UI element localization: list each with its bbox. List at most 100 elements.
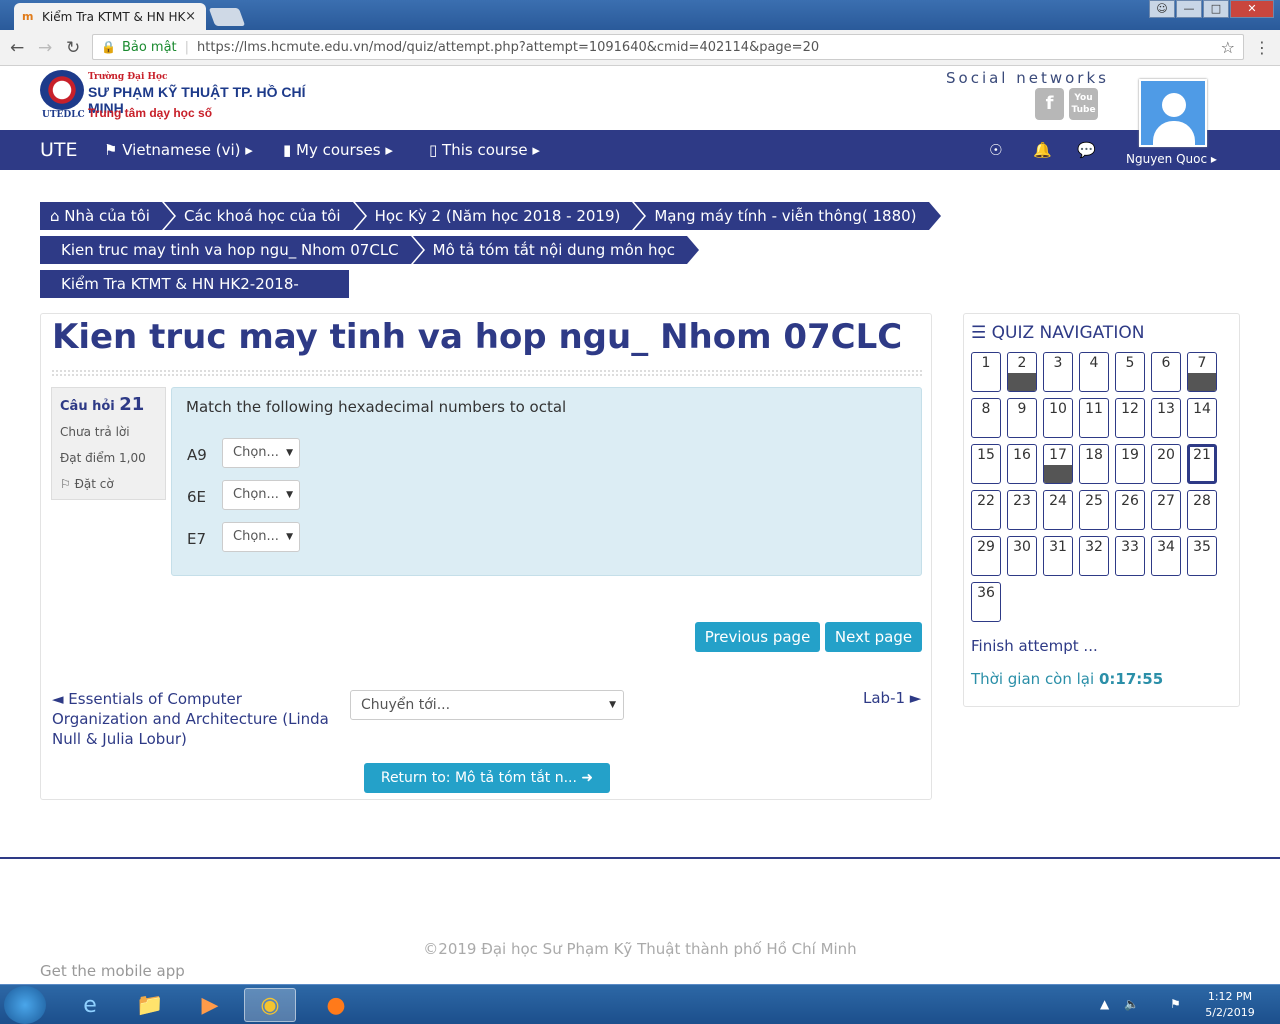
bell-icon[interactable]: 🔔: [1033, 141, 1052, 159]
time-remaining: Thời gian còn lại 0:17:55: [971, 670, 1163, 688]
quiz-nav-question-button[interactable]: 19: [1115, 444, 1145, 484]
file-explorer-icon[interactable]: 📁: [124, 988, 176, 1022]
previous-activity-link[interactable]: ◄ Essentials of Computer Organization an…: [52, 689, 342, 749]
quiz-nav-question-button[interactable]: 2: [1007, 352, 1037, 392]
menu-kebab-icon[interactable]: ⋮: [1254, 38, 1270, 57]
breadcrumb-course[interactable]: Kien truc may tinh va hop ngu_ Nhom 07CL…: [40, 236, 423, 264]
new-tab-button[interactable]: [208, 8, 246, 26]
user-icon[interactable]: ☺: [1149, 0, 1175, 18]
quiz-nav-question-button[interactable]: 32: [1079, 536, 1109, 576]
quiz-nav-question-button[interactable]: 18: [1079, 444, 1109, 484]
quiz-nav-question-button[interactable]: 11: [1079, 398, 1109, 438]
window-close-button[interactable]: ✕: [1230, 0, 1274, 18]
quiz-nav-question-button[interactable]: 5: [1115, 352, 1145, 392]
quiz-nav-question-button[interactable]: 9: [1007, 398, 1037, 438]
quiz-nav-question-button[interactable]: 15: [971, 444, 1001, 484]
quiz-nav-question-button[interactable]: 21: [1187, 444, 1217, 484]
quiz-nav-question-button[interactable]: 29: [971, 536, 1001, 576]
next-page-button[interactable]: Next page: [825, 622, 922, 652]
quiz-nav-question-button[interactable]: 16: [1007, 444, 1037, 484]
quiz-nav-question-button[interactable]: 23: [1007, 490, 1037, 530]
quiz-nav-question-button[interactable]: 28: [1187, 490, 1217, 530]
previous-page-button[interactable]: Previous page: [695, 622, 820, 652]
quiz-nav-question-button[interactable]: 27: [1151, 490, 1181, 530]
quiz-nav-question-number: 36: [977, 585, 995, 601]
chat-bubble-icon[interactable]: 💬: [1077, 141, 1096, 159]
show-hidden-icons[interactable]: ▲: [1100, 997, 1109, 1011]
quiz-nav-question-button[interactable]: 6: [1151, 352, 1181, 392]
breadcrumb-semester[interactable]: Học Kỳ 2 (Năm học 2018 - 2019): [354, 202, 645, 230]
bookmark-star-icon[interactable]: ☆: [1221, 38, 1235, 57]
quiz-nav-question-button[interactable]: 25: [1079, 490, 1109, 530]
return-to-button[interactable]: Return to: Mô tả tóm tắt n... ➜: [364, 763, 610, 793]
system-clock[interactable]: 1:12 PM 5/2/2019: [1200, 989, 1260, 1021]
language-menu[interactable]: ⚑ Vietnamese (vi) ▸: [104, 141, 253, 159]
user-menu[interactable]: Nguyen Quoc ▸: [1126, 152, 1217, 166]
mobile-app-link[interactable]: Get the mobile app: [40, 962, 185, 980]
quiz-nav-question-button[interactable]: 35: [1187, 536, 1217, 576]
match-row: 6E Chọn...: [187, 480, 300, 510]
facebook-icon[interactable]: f: [1035, 88, 1064, 120]
match-select[interactable]: Chọn...: [222, 438, 300, 468]
quiz-nav-question-button[interactable]: 1: [971, 352, 1001, 392]
avatar[interactable]: [1139, 79, 1207, 147]
reload-icon[interactable]: ↻: [66, 38, 80, 58]
quiz-nav-question-number: 31: [1049, 539, 1067, 555]
brand-link[interactable]: UTE: [40, 139, 78, 161]
youtube-icon[interactable]: You Tube: [1069, 88, 1098, 120]
my-courses-menu[interactable]: ▮ My courses ▸: [283, 141, 393, 159]
maximize-button[interactable]: □: [1203, 0, 1229, 18]
breadcrumb-my-courses[interactable]: Các khoá học của tôi: [163, 202, 365, 230]
this-course-menu[interactable]: ▯ This course ▸: [429, 141, 540, 159]
next-activity-link[interactable]: Lab-1 ►: [863, 689, 921, 707]
quiz-nav-question-button[interactable]: 14: [1187, 398, 1217, 438]
quiz-nav-question-button[interactable]: 8: [971, 398, 1001, 438]
jump-to-select[interactable]: Chuyển tới...: [350, 690, 624, 720]
url-bar[interactable]: 🔒 Bảo mật | https://lms.hcmute.edu.vn/mo…: [92, 34, 1244, 60]
firefox-icon[interactable]: ●: [310, 988, 362, 1022]
breadcrumb-quiz[interactable]: Kiểm Tra KTMT & HN HK2-2018-2019: [40, 270, 349, 321]
quiz-nav-question-button[interactable]: 17: [1043, 444, 1073, 484]
school-logo[interactable]: UTEDLC Trường Đại Học SƯ PHẠM KỸ THUẬT T…: [40, 70, 340, 126]
flag-question[interactable]: ⚐ Đặt cờ: [60, 477, 157, 491]
breadcrumb-section[interactable]: Mô tả tóm tắt nội dung môn học: [412, 236, 700, 264]
quiz-nav-question-button[interactable]: 4: [1079, 352, 1109, 392]
internet-explorer-icon[interactable]: e: [64, 988, 116, 1022]
volume-icon[interactable]: 🔈: [1124, 997, 1139, 1011]
main-content: Kien truc may tinh va hop ngu_ Nhom 07CL…: [40, 313, 932, 800]
match-select[interactable]: Chọn...: [222, 480, 300, 510]
finish-attempt-link[interactable]: Finish attempt ...: [971, 637, 1098, 655]
quiz-nav-question-number: 28: [1193, 493, 1211, 509]
forward-arrow-icon[interactable]: →: [38, 38, 52, 58]
action-center-flag-icon[interactable]: ⚑: [1170, 997, 1181, 1011]
quiz-nav-question-button[interactable]: 30: [1007, 536, 1037, 576]
question-info: Câu hỏi 21 Chưa trả lời Đạt điểm 1,00 ⚐ …: [51, 387, 166, 500]
quiz-nav-question-button[interactable]: 13: [1151, 398, 1181, 438]
quiz-nav-question-button[interactable]: 31: [1043, 536, 1073, 576]
quiz-nav-question-button[interactable]: 3: [1043, 352, 1073, 392]
start-button[interactable]: [4, 986, 46, 1024]
match-select[interactable]: Chọn...: [222, 522, 300, 552]
back-arrow-icon[interactable]: ←: [10, 38, 24, 58]
minimize-button[interactable]: —: [1176, 0, 1202, 18]
quiz-nav-question-button[interactable]: 22: [971, 490, 1001, 530]
quiz-nav-question-button[interactable]: 33: [1115, 536, 1145, 576]
tab-close-icon[interactable]: ×: [185, 9, 196, 24]
quiz-nav-question-button[interactable]: 36: [971, 582, 1001, 622]
breadcrumb-home[interactable]: ⌂ Nhà của tôi: [40, 202, 174, 230]
quiz-nav-question-button[interactable]: 34: [1151, 536, 1181, 576]
match-label: E7: [187, 530, 207, 548]
quiz-nav-question-button[interactable]: 20: [1151, 444, 1181, 484]
media-player-icon[interactable]: ▶: [184, 988, 236, 1022]
chrome-icon[interactable]: ◉: [244, 988, 296, 1022]
quiz-nav-question-button[interactable]: 26: [1115, 490, 1145, 530]
breadcrumb-category[interactable]: Mạng máy tính - viễn thông( 1880): [634, 202, 941, 230]
time-value: 0:17:55: [1098, 670, 1164, 688]
quiz-nav-question-button[interactable]: 7: [1187, 352, 1217, 392]
quiz-nav-question-button[interactable]: 12: [1115, 398, 1145, 438]
quiz-nav-question-button[interactable]: 24: [1043, 490, 1073, 530]
quiz-nav-question-button[interactable]: 10: [1043, 398, 1073, 438]
quiz-nav-question-number: 7: [1197, 355, 1207, 371]
browser-tab[interactable]: m Kiểm Tra KTMT & HN HK ×: [14, 3, 206, 30]
timer-icon[interactable]: ☉: [989, 141, 1002, 159]
